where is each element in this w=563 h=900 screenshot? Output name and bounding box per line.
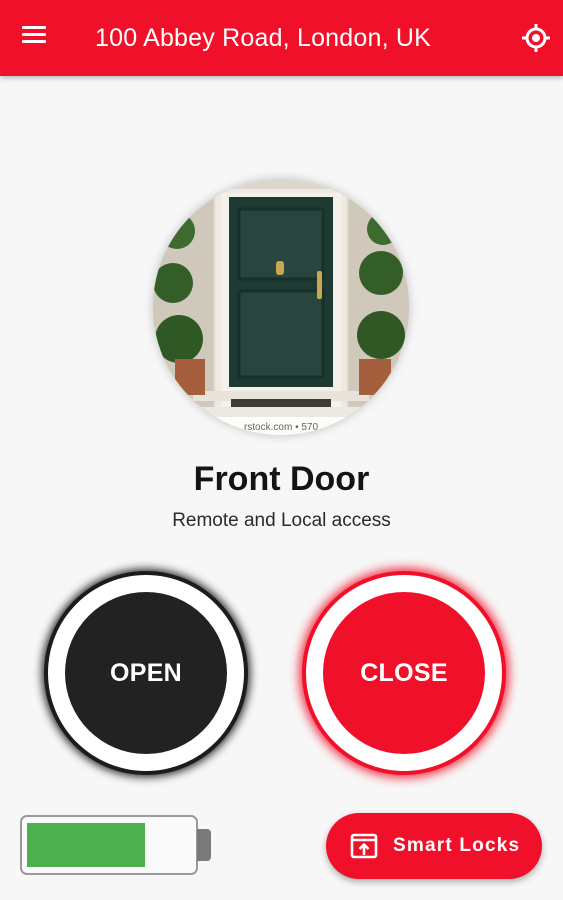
page-title: 100 Abbey Road, London, UK: [95, 24, 432, 52]
close-button-label: CLOSE: [323, 592, 485, 754]
close-button[interactable]: CLOSE: [306, 575, 502, 771]
open-button[interactable]: OPEN: [48, 575, 244, 771]
battery-level-fill: [27, 823, 145, 867]
smart-locks-button[interactable]: Smart Locks: [326, 813, 542, 879]
app-screen: 100 Abbey Road, London, UK rstock.com • …: [0, 0, 563, 900]
lock-name: Front Door: [193, 460, 370, 498]
door-image: rstock.com • 570: [153, 179, 409, 435]
menu-icon[interactable]: [22, 26, 50, 50]
battery-indicator: [20, 815, 198, 875]
app-bar: 100 Abbey Road, London, UK: [0, 0, 563, 76]
photo-caption: rstock.com • 570: [244, 422, 319, 433]
open-in-app-icon: [350, 833, 378, 859]
smart-locks-label: Smart Locks: [393, 835, 521, 856]
my-location-icon[interactable]: [519, 21, 553, 55]
door-photo: rstock.com • 570: [153, 179, 409, 435]
open-button-label: OPEN: [65, 592, 227, 754]
battery-terminal: [197, 829, 211, 861]
lock-subtitle: Remote and Local access: [172, 510, 391, 531]
